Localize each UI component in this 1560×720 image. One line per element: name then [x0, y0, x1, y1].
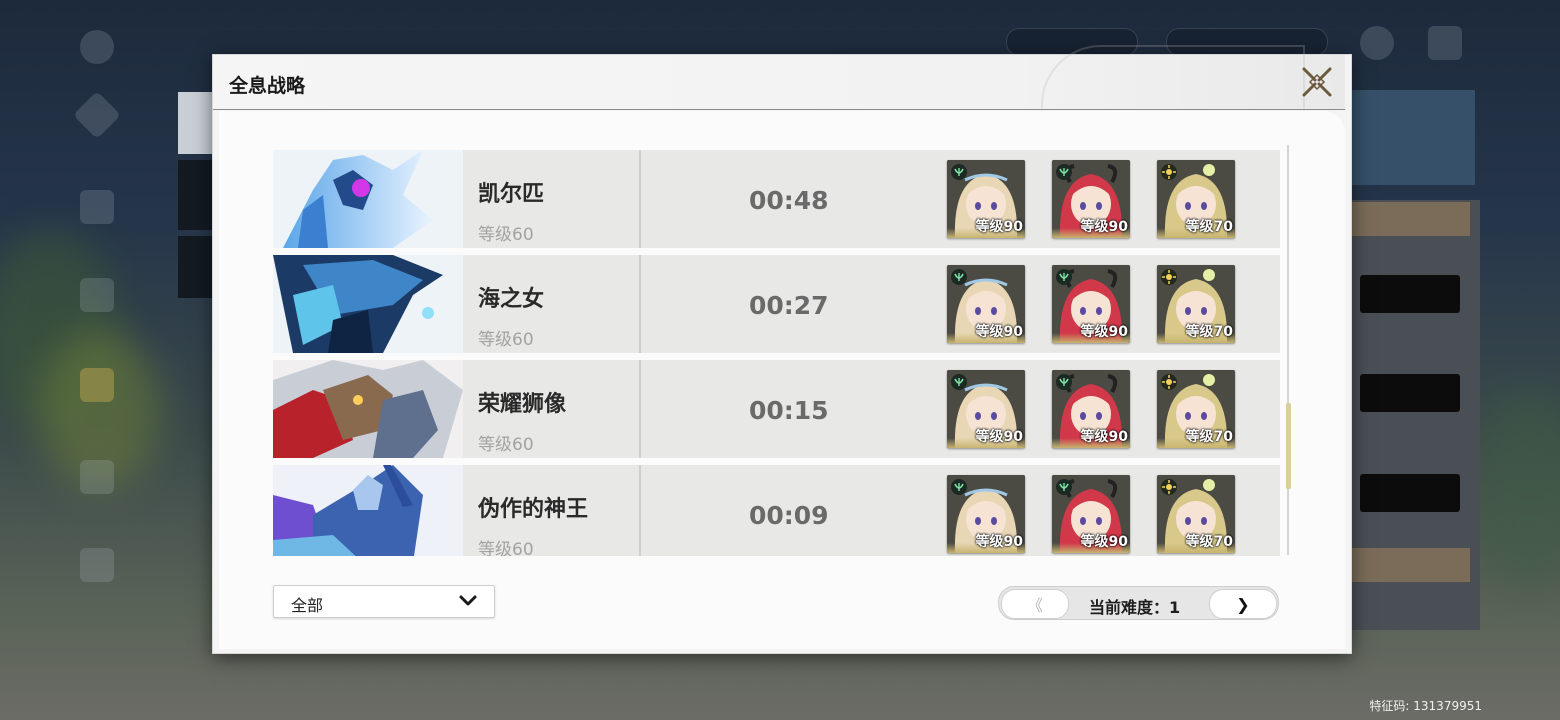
background-panel	[1350, 90, 1475, 185]
light-element-icon	[1160, 478, 1178, 496]
boss-name: 海之女	[478, 287, 545, 312]
list-scroll-track[interactable]	[1287, 145, 1289, 555]
light-element-icon	[1160, 163, 1178, 181]
background-close-icon	[1428, 26, 1462, 60]
light-element-icon	[1160, 268, 1178, 286]
previous-arrow-icon: 《	[1026, 596, 1043, 615]
boss-row[interactable]: 海之女等级60 00:27 等级90 等级90 等级70	[273, 255, 1280, 353]
filter-dropdown[interactable]: 全部	[273, 585, 495, 618]
boss-level: 等级60	[478, 225, 534, 245]
character-level: 等级90	[975, 534, 1023, 550]
background-header	[1350, 548, 1470, 582]
character-card[interactable]: 等级90	[947, 475, 1025, 553]
character-card[interactable]: 等级90	[1052, 475, 1130, 553]
difficulty-pager: 《 当前难度：1 ❯	[998, 586, 1279, 620]
background-home-icon	[80, 30, 114, 64]
row-divider	[639, 150, 641, 248]
character-card[interactable]: 等级70	[1157, 160, 1235, 238]
character-card[interactable]: 等级90	[947, 160, 1025, 238]
background-tab	[178, 160, 214, 230]
boss-row[interactable]: 伪作的神王等级60 00:09 等级90 等级90 等级70	[273, 465, 1280, 556]
background-nav-icon	[80, 548, 114, 582]
boss-name: 荣耀狮像	[478, 392, 567, 417]
character-level: 等级70	[1185, 324, 1233, 340]
next-difficulty-button[interactable]: ❯	[1209, 589, 1277, 619]
character-card[interactable]: 等级70	[1157, 475, 1235, 553]
background-header	[1350, 202, 1470, 236]
feature-code-watermark: 特征码: 131379951	[1369, 699, 1482, 713]
current-difficulty-label: 当前难度：1	[1089, 598, 1181, 617]
character-card[interactable]: 等级90	[1052, 160, 1130, 238]
chevron-down-icon	[458, 592, 478, 614]
row-divider	[639, 465, 641, 556]
wind-element-icon	[1055, 478, 1073, 496]
boss-name: 凯尔匹	[478, 182, 545, 207]
background-nav-icon	[80, 368, 114, 402]
background-tab	[178, 92, 214, 154]
row-divider	[639, 255, 641, 353]
background-nav-icon	[80, 278, 114, 312]
wind-element-icon	[1055, 373, 1073, 391]
character-card[interactable]: 等级70	[1157, 370, 1235, 448]
row-divider	[639, 360, 641, 458]
character-level: 等级90	[975, 219, 1023, 235]
wind-element-icon	[950, 478, 968, 496]
wind-element-icon	[950, 373, 968, 391]
list-scrollbar-thumb[interactable]	[1286, 403, 1291, 489]
character-level: 等级90	[1080, 219, 1128, 235]
character-level: 等级90	[975, 324, 1023, 340]
wind-element-icon	[1055, 163, 1073, 181]
background-button	[1360, 374, 1460, 412]
background-tree	[1470, 390, 1560, 590]
header-decoration	[1041, 45, 1305, 119]
filter-selected-value: 全部	[291, 596, 324, 615]
boss-level: 等级60	[478, 540, 534, 556]
dialog-title: 全息战略	[229, 75, 306, 97]
clear-time: 00:15	[749, 396, 829, 425]
close-button[interactable]	[1300, 65, 1334, 99]
background-settings-icon	[1360, 26, 1394, 60]
background-nav-icon	[80, 460, 114, 494]
character-card[interactable]: 等级70	[1157, 265, 1235, 343]
next-arrow-icon: ❯	[1236, 594, 1250, 614]
close-x-icon	[1302, 67, 1332, 97]
background-nav-icon	[80, 190, 114, 224]
boss-level: 等级60	[478, 330, 534, 350]
wind-element-icon	[950, 268, 968, 286]
light-element-icon	[1160, 373, 1178, 391]
character-level: 等级90	[1080, 324, 1128, 340]
clear-time: 00:27	[749, 291, 829, 320]
character-level: 等级90	[975, 429, 1023, 445]
dialog-header: 全息战略	[213, 45, 1345, 119]
character-level: 等级90	[1080, 534, 1128, 550]
previous-difficulty-button[interactable]: 《	[1001, 589, 1069, 619]
character-card[interactable]: 等级90	[1052, 370, 1130, 448]
character-level: 等级90	[1080, 429, 1128, 445]
boss-name: 伪作的神王	[478, 497, 589, 522]
background-button	[1360, 275, 1460, 313]
wind-element-icon	[1055, 268, 1073, 286]
boss-portrait	[273, 255, 463, 353]
boss-row[interactable]: 荣耀狮像等级60 00:15 等级90 等级90 等级70	[273, 360, 1280, 458]
boss-level: 等级60	[478, 435, 534, 455]
character-level: 等级70	[1185, 429, 1233, 445]
boss-portrait	[273, 465, 463, 556]
boss-portrait	[273, 150, 463, 248]
clear-time: 00:48	[749, 186, 829, 215]
character-level: 等级70	[1185, 219, 1233, 235]
background-tab	[178, 236, 214, 298]
clear-time: 00:09	[749, 501, 829, 530]
character-card[interactable]: 等级90	[947, 370, 1025, 448]
character-level: 等级70	[1185, 534, 1233, 550]
wind-element-icon	[950, 163, 968, 181]
background-nav-icon	[72, 90, 122, 140]
character-card[interactable]: 等级90	[947, 265, 1025, 343]
boss-row[interactable]: 凯尔匹等级60 00:48 等级90 等级90 等级70	[273, 150, 1280, 248]
boss-portrait	[273, 360, 463, 458]
background-button	[1360, 474, 1460, 512]
strategy-list[interactable]: 凯尔匹 等级60 00:48 等级90 等级90 等级70 海之女 等级60 00:27 等级90…	[273, 150, 1281, 556]
character-card[interactable]: 等级90	[1052, 265, 1130, 343]
